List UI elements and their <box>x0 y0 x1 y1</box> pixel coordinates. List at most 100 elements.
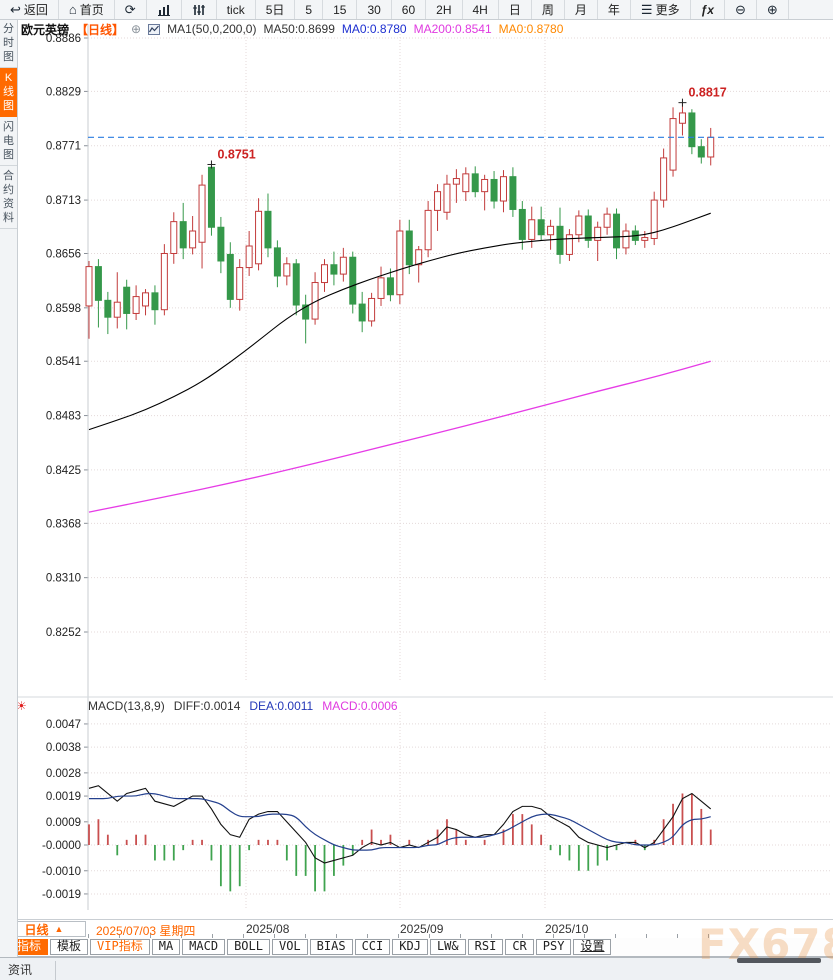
period-dropdown-label: 日线 <box>24 922 49 937</box>
toolbar-button-candlestick[interactable] <box>182 0 217 19</box>
svg-text:-0.0000: -0.0000 <box>42 840 81 852</box>
toolbar-label: 60 <box>401 2 416 17</box>
sidebar-tab-contract-info[interactable]: 合约资料 <box>0 166 17 229</box>
toolbar-label: 15 <box>333 2 347 17</box>
back-arrow-icon: ↩ <box>10 2 21 17</box>
x-axis-month-label: 2025/08 <box>246 922 290 936</box>
x-axis-month-label: 2025/09 <box>400 922 444 936</box>
svg-text:0.8483: 0.8483 <box>46 411 81 423</box>
expand-icon[interactable]: ⊕ <box>131 22 141 36</box>
sidebar-tab-time-chart[interactable]: 分时图 <box>0 19 17 68</box>
candlestick-icon <box>192 4 206 16</box>
toolbar-button-h4[interactable]: 4H <box>463 0 499 19</box>
toolbar-button-h2[interactable]: 2H <box>426 0 463 19</box>
svg-text:0.8656: 0.8656 <box>46 248 81 260</box>
toolbar-label: 4H <box>472 2 488 17</box>
toolbar-label: 2H <box>436 2 452 17</box>
bottom-bar: 资讯 <box>0 957 833 980</box>
home-icon: ⌂ <box>68 2 77 17</box>
toolbar-label: 日 <box>508 3 521 17</box>
toolbar-button-month[interactable]: 月 <box>565 0 598 19</box>
first-date-label: 2025/07/03 星期四 <box>96 924 196 938</box>
candlestick-chart: 0.88860.88290.87710.87130.86560.85980.85… <box>18 24 833 910</box>
svg-text:0.8817: 0.8817 <box>688 86 726 100</box>
toolbar-button-back[interactable]: ↩ 返回 <box>0 0 59 19</box>
indicator-tab-boll[interactable]: BOLL <box>227 939 270 955</box>
ma0-blue-value: MA0:0.8780 <box>341 22 407 36</box>
refresh-icon: ⟳ <box>124 2 136 17</box>
scrollbar-thumb[interactable] <box>737 958 821 963</box>
ma0-orange-value: MA0:0.8780 <box>498 22 564 36</box>
chevron-up-icon: ▲ <box>54 924 64 934</box>
indicator-tab-vip[interactable]: VIP指标 <box>90 939 150 955</box>
ma50-value: MA50:0.8699 <box>263 22 335 36</box>
toolbar-button-day[interactable]: 日 <box>499 0 532 19</box>
toolbar-label: 5日 <box>265 3 285 17</box>
toolbar-button-year[interactable]: 年 <box>598 0 631 19</box>
toolbar-button-home[interactable]: ⌂ 首页 <box>59 0 115 19</box>
indicator-tab-bias[interactable]: BIAS <box>309 939 353 955</box>
x-axis-row: 日线 ▲ 2025/07/03 星期四 2025/08 2025/09 2025/1… <box>0 919 833 939</box>
svg-text:0.8541: 0.8541 <box>46 356 81 368</box>
sidebar-tab-kline-chart[interactable]: K线图 <box>0 68 17 117</box>
macd-diff-value: DIFF:0.0014 <box>173 699 241 713</box>
toolbar-label: tick <box>226 2 245 17</box>
toolbar-button-week[interactable]: 周 <box>532 0 565 19</box>
toolbar-label: 5 <box>305 2 313 17</box>
zoom-out-icon: ⊖ <box>734 2 746 17</box>
toolbar-button-tick[interactable]: tick <box>217 0 256 19</box>
toolbar-button-zoom-in[interactable]: ⊕ <box>757 0 789 19</box>
indicator-tab-kdj[interactable]: KDJ <box>392 939 428 955</box>
toolbar-label: 周 <box>541 3 554 17</box>
ma200-value: MA200:0.8541 <box>413 22 492 36</box>
symbol-name: 欧元英镑 <box>21 22 70 37</box>
svg-text:0.8368: 0.8368 <box>46 518 81 530</box>
svg-text:0.8829: 0.8829 <box>46 86 81 98</box>
indicator-tab-ma[interactable]: MA <box>151 939 181 955</box>
toolbar-button-m15[interactable]: 15 <box>323 0 358 19</box>
svg-text:-0.0010: -0.0010 <box>42 866 81 878</box>
toolbar-button-refresh[interactable]: ⟳ <box>115 0 147 19</box>
indicator-tab-rsi[interactable]: RSI <box>467 939 504 955</box>
macd-hist-value: MACD:0.0006 <box>322 699 398 713</box>
toolbar-button-zoom-out[interactable]: ⊖ <box>725 0 757 19</box>
indicator-tab-lw[interactable]: LW& <box>429 939 466 955</box>
top-toolbar: ↩ 返回 ⌂ 首页 ⟳ tick 5日 5 15 30 60 2H 4H 日周月年 ☰ 更多 ƒx ⊖ ⊕ <box>0 0 833 20</box>
svg-text:0.8771: 0.8771 <box>46 141 81 153</box>
svg-text:0.0009: 0.0009 <box>46 817 81 829</box>
fx678-chart-app: 0.8886 0.8829 0.8771 0.8713 0.8656 0.8598 0.85… <box>0 0 833 980</box>
svg-text:0.0038: 0.0038 <box>46 742 81 754</box>
toolbar-button-m30[interactable]: 30 <box>357 0 392 19</box>
toolbar-button-bar-chart[interactable] <box>147 0 182 19</box>
indicator-tab-[interactable]: 模板 <box>50 939 89 955</box>
indicator-tab-macd[interactable]: MACD <box>182 939 226 955</box>
indicator-tab-cr[interactable]: CR <box>505 939 534 955</box>
toolbar-label: ƒx <box>700 2 714 17</box>
svg-text:0.8751: 0.8751 <box>217 147 255 161</box>
mini-chart-icon <box>148 23 161 35</box>
indicator-tab-cci[interactable]: CCI <box>354 939 391 955</box>
svg-text:0.8425: 0.8425 <box>46 465 81 477</box>
zoom-in-icon: ⊕ <box>766 2 778 17</box>
news-tab[interactable]: 资讯 <box>0 961 56 980</box>
chart-type-sidebar: 分时图 K线图 闪电图 合约资料 <box>0 19 18 957</box>
macd-dea-value: DEA:0.0011 <box>249 699 314 713</box>
toolbar-label: 返回 <box>23 3 48 17</box>
indicator-tab-[interactable]: 设置 <box>573 939 612 955</box>
toolbar-button-5d[interactable]: 5日 <box>256 0 296 19</box>
x-axis-month-label: 2025/10 <box>545 922 589 936</box>
svg-text:0.8598: 0.8598 <box>46 303 81 315</box>
sidebar-tab-flash-chart[interactable]: 闪电图 <box>0 117 17 166</box>
chart-header: 欧元英镑 【日线】 ⊕ MA1(50,0,200,0) MA50:0.8699 … <box>21 21 563 37</box>
toolbar-label: 更多 <box>655 3 680 17</box>
menu-icon: ☰ <box>640 2 653 17</box>
toolbar-label: 年 <box>607 3 620 17</box>
toolbar-button-more[interactable]: ☰ 更多 <box>631 0 691 19</box>
toolbar-button-fx[interactable]: ƒx <box>691 0 725 19</box>
indicator-tab-psy[interactable]: PSY <box>535 939 572 955</box>
toolbar-label: 首页 <box>79 3 104 17</box>
svg-text:-0.0019: -0.0019 <box>42 889 81 901</box>
indicator-tab-vol[interactable]: VOL <box>271 939 308 955</box>
toolbar-button-m5[interactable]: 5 <box>295 0 324 19</box>
toolbar-button-m60[interactable]: 60 <box>392 0 427 19</box>
